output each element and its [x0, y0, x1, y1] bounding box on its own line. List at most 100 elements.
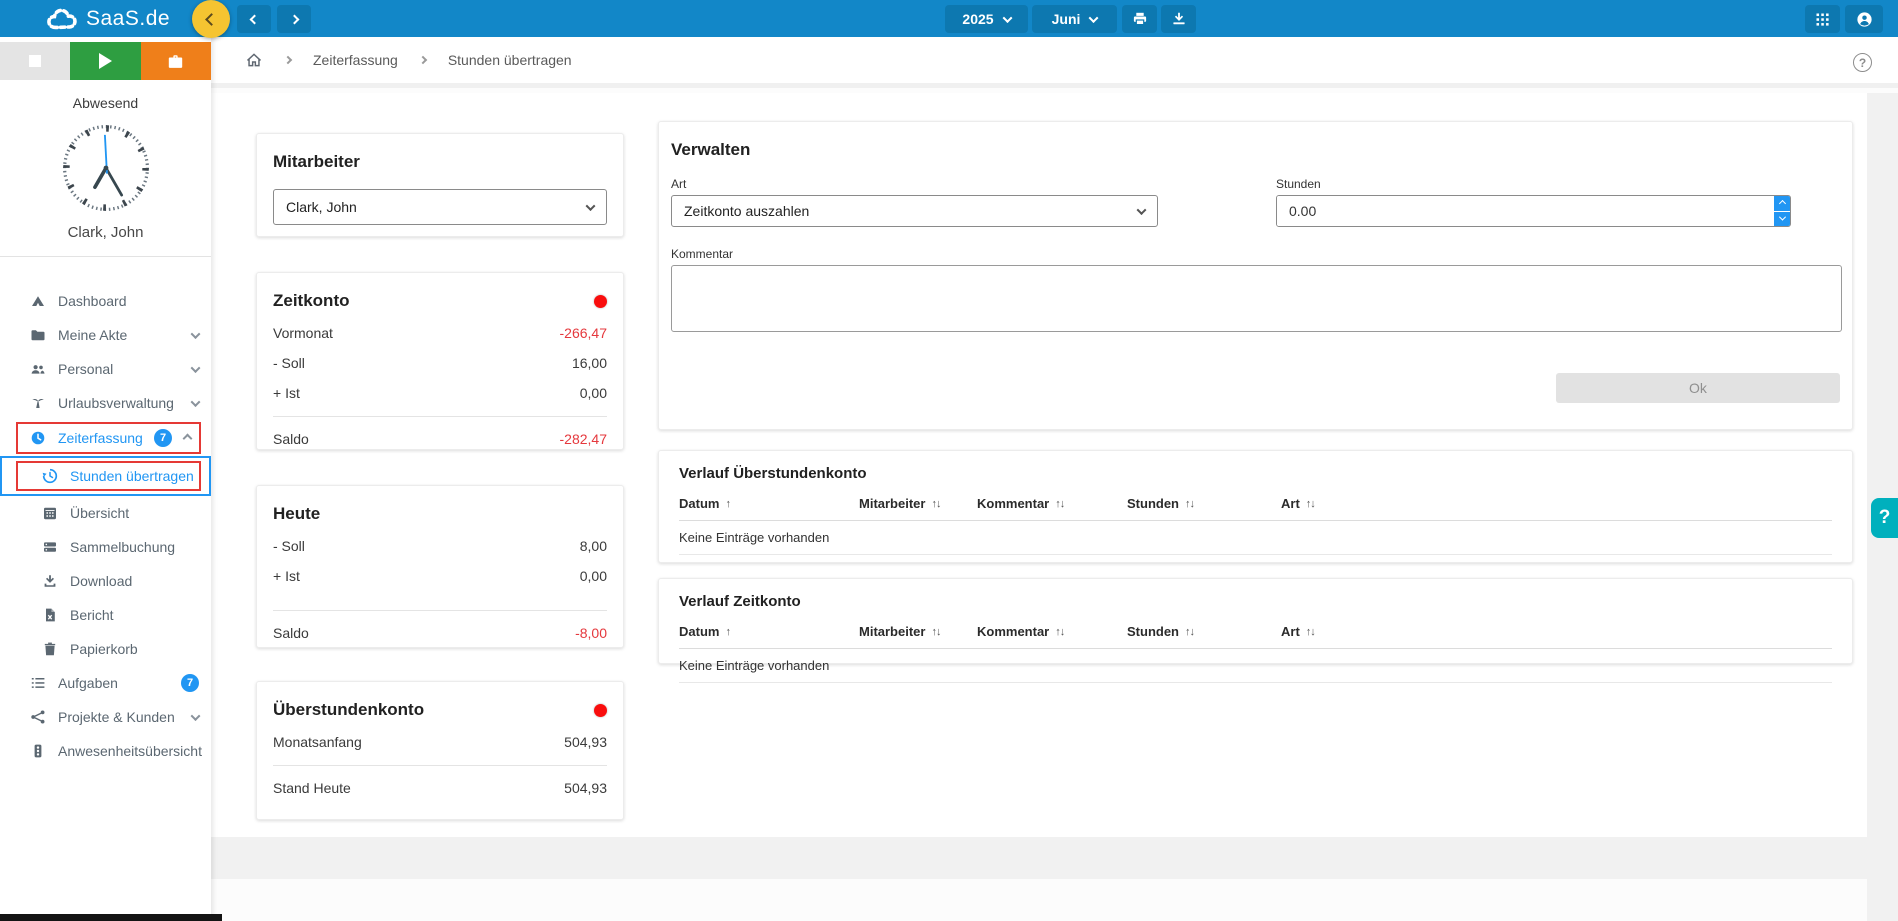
tour-highlight-red-box: Stunden übertragen [16, 461, 201, 491]
help-fab-button[interactable]: ? [1871, 498, 1898, 538]
month-select[interactable]: Juni [1032, 5, 1117, 33]
month-value: Juni [1052, 11, 1081, 27]
table-header-row: Datum ↑ Mitarbeiter ↑↓ Kommentar ↑↓ Stun… [679, 624, 1832, 649]
table-empty-row: Keine Einträge vorhanden [679, 521, 1832, 555]
sort-icon[interactable]: ↑↓ [1055, 498, 1064, 510]
column-header-stunden[interactable]: Stunden ↑↓ [1127, 496, 1281, 511]
sidebar-item-download[interactable]: Download [0, 564, 211, 598]
table-empty-row: Keine Einträge vorhanden [679, 649, 1832, 683]
kommentar-textarea[interactable] [671, 265, 1842, 332]
sort-icon[interactable]: ↑↓ [1185, 498, 1194, 510]
sort-asc-icon[interactable]: ↑ [725, 498, 730, 510]
chevron-right-icon [284, 56, 292, 64]
stunden-increment-button[interactable] [1774, 196, 1790, 211]
row-label: + Ist [273, 385, 300, 401]
trash-icon [42, 641, 58, 657]
verlauf-zeitkonto-card: Verlauf Zeitkonto Datum ↑ Mitarbeiter ↑↓… [658, 578, 1853, 664]
sidebar-collapse-button[interactable] [192, 0, 230, 38]
column-header-mitarbeiter[interactable]: Mitarbeiter ↑↓ [859, 496, 977, 511]
column-header-datum[interactable]: Datum ↑ [679, 624, 859, 639]
sort-asc-icon[interactable]: ↑ [725, 626, 730, 638]
account-button[interactable] [1845, 5, 1883, 33]
breadcrumb-stunden-uebertragen[interactable]: Stunden übertragen [448, 52, 572, 68]
cloud-logo-icon [46, 5, 82, 33]
stunden-input[interactable] [1277, 196, 1774, 226]
column-label: Art [1281, 624, 1300, 639]
app-logo[interactable]: SaaS.de [46, 0, 170, 37]
sidebar-item-uebersicht[interactable]: Übersicht [0, 496, 211, 530]
kommentar-label: Kommentar [671, 247, 1840, 261]
heute-row-soll: - Soll 8,00 [273, 538, 607, 554]
art-selected-value: Zeitkonto auszahlen [684, 203, 809, 219]
year-select[interactable]: 2025 [945, 5, 1028, 33]
sort-icon[interactable]: ↑↓ [1055, 626, 1064, 638]
sidebar-item-bericht[interactable]: Bericht [0, 598, 211, 632]
column-header-kommentar[interactable]: Kommentar ↑↓ [977, 624, 1127, 639]
breadcrumb-zeiterfassung[interactable]: Zeiterfassung [313, 52, 398, 68]
sidebar-item-papierkorb[interactable]: Papierkorb [0, 632, 211, 666]
ok-button[interactable]: Ok [1556, 373, 1840, 403]
apps-grid-button[interactable] [1805, 5, 1840, 33]
next-month-button[interactable] [277, 5, 311, 33]
logo-text: SaaS.de [86, 7, 170, 31]
sort-icon[interactable]: ↑↓ [1306, 626, 1315, 638]
divider [273, 416, 607, 417]
sidebar-item-stunden-uebertragen[interactable]: Stunden übertragen [0, 456, 211, 496]
home-icon[interactable] [245, 51, 263, 69]
row-value: -282,47 [560, 431, 607, 447]
verwalten-card: Verwalten Art Zeitkonto auszahlen Stunde… [658, 121, 1853, 430]
column-header-art[interactable]: Art ↑↓ [1281, 496, 1832, 511]
dashboard-icon [30, 293, 46, 309]
sidebar-item-label: Bericht [70, 607, 114, 623]
ueberstundenkonto-title: Überstundenkonto [273, 700, 424, 720]
sidebar-item-dashboard[interactable]: Dashboard [0, 284, 211, 318]
column-header-stunden[interactable]: Stunden ↑↓ [1127, 624, 1281, 639]
analog-clock-icon [60, 122, 152, 214]
sidebar-item-aufgaben[interactable]: Aufgaben 7 [0, 666, 211, 700]
mitarbeiter-selected-value: Clark, John [286, 199, 357, 215]
folder-icon [30, 327, 46, 343]
mitarbeiter-select[interactable]: Clark, John [273, 189, 607, 225]
column-header-mitarbeiter[interactable]: Mitarbeiter ↑↓ [859, 624, 977, 639]
sidebar-item-label: Aufgaben [58, 675, 118, 691]
palm-tree-icon [30, 395, 46, 411]
sidebar-item-label: Personal [58, 361, 113, 377]
column-header-art[interactable]: Art ↑↓ [1281, 624, 1832, 639]
sort-icon[interactable]: ↑↓ [1306, 498, 1315, 510]
task-list-icon [30, 675, 46, 691]
print-button[interactable] [1122, 5, 1157, 33]
sort-icon[interactable]: ↑↓ [1185, 626, 1194, 638]
download-icon [1171, 11, 1187, 27]
sidebar-item-label: Sammelbuchung [70, 539, 175, 555]
sidebar-item-zeiterfassung[interactable]: Zeiterfassung 7 [0, 420, 211, 456]
status-start-button[interactable] [70, 42, 140, 80]
status-business-button[interactable] [141, 42, 211, 80]
sidebar-item-urlaubsverwaltung[interactable]: Urlaubsverwaltung [0, 386, 211, 420]
status-red-dot-icon [594, 295, 607, 308]
status-stop-button[interactable] [0, 42, 70, 80]
sort-icon[interactable]: ↑↓ [931, 498, 940, 510]
previous-month-button[interactable] [237, 5, 271, 33]
breadcrumb-help-icon[interactable]: ? [1853, 53, 1872, 72]
sidebar-item-anwesenheitsuebersicht[interactable]: Anwesenheitsübersicht [0, 734, 211, 768]
account-icon [1856, 11, 1873, 28]
sidebar-item-projekte-kunden[interactable]: Projekte & Kunden [0, 700, 211, 734]
year-value: 2025 [962, 11, 993, 27]
column-header-kommentar[interactable]: Kommentar ↑↓ [977, 496, 1127, 511]
sidebar-item-personal[interactable]: Personal [0, 352, 211, 386]
row-value: 504,93 [564, 734, 607, 750]
sidebar-nav: Dashboard Meine Akte Personal Urlaubsv [0, 284, 211, 768]
sidebar-item-meine-akte[interactable]: Meine Akte [0, 318, 211, 352]
column-header-datum[interactable]: Datum ↑ [679, 496, 859, 511]
art-select[interactable]: Zeitkonto auszahlen [671, 195, 1158, 227]
row-label: Monatsanfang [273, 734, 362, 750]
art-label: Art [671, 177, 1158, 191]
download-button[interactable] [1161, 5, 1196, 33]
stunden-decrement-button[interactable] [1774, 212, 1790, 227]
sidebar-item-label: Zeiterfassung [58, 430, 143, 446]
chevron-down-icon [191, 397, 201, 407]
sidebar-item-sammelbuchung[interactable]: Sammelbuchung [0, 530, 211, 564]
sort-icon[interactable]: ↑↓ [931, 626, 940, 638]
status-red-dot-icon [594, 704, 607, 717]
chevron-left-icon [205, 13, 218, 26]
